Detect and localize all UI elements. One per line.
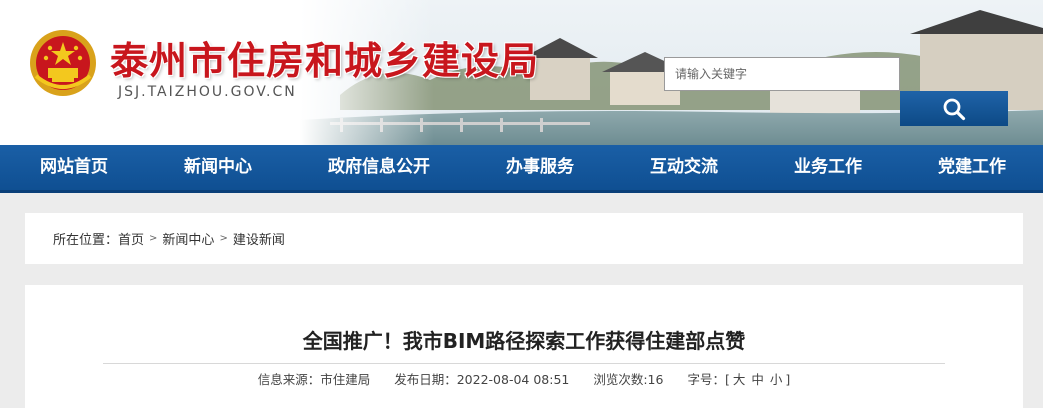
article-panel: 全国推广！我市BIM路径探索工作获得住建部点赞 信息来源：市住建局 发布日期：2…	[25, 285, 1023, 408]
nav-party-building[interactable]: 党建工作	[926, 145, 1018, 190]
search-button[interactable]	[900, 91, 1008, 126]
font-size-medium[interactable]: 中	[751, 372, 764, 387]
nav-business[interactable]: 业务工作	[782, 145, 874, 190]
nav-interaction[interactable]: 互动交流	[638, 145, 730, 190]
nav-services[interactable]: 办事服务	[494, 145, 586, 190]
nav-home[interactable]: 网站首页	[28, 145, 120, 190]
national-emblem-icon	[30, 30, 96, 96]
search-field[interactable]	[664, 57, 900, 91]
breadcrumb-construction-news-link[interactable]: 建设新闻	[233, 229, 285, 248]
article-date: 发布日期：2022-08-04 08:51	[394, 372, 570, 387]
site-title: 泰州市住房和城乡建设局	[110, 39, 540, 83]
font-size-label: 字号：[	[687, 372, 730, 387]
breadcrumb-separator: >	[219, 233, 228, 244]
font-size-control: 字号：[大中小]	[687, 372, 790, 387]
breadcrumb-separator: >	[149, 233, 158, 244]
breadcrumb-prefix: 所在位置：	[53, 233, 119, 248]
site-header: 泰州市住房和城乡建设局 JSJ.TAIZHOU.GOV.CN	[0, 0, 1043, 145]
article-title: 全国推广！我市BIM路径探索工作获得住建部点赞	[302, 329, 746, 353]
search-input[interactable]	[665, 58, 899, 90]
article-views: 浏览次数:16	[593, 372, 664, 387]
main-nav: 网站首页 新闻中心 政府信息公开 办事服务 互动交流 业务工作 党建工作	[0, 145, 1043, 193]
breadcrumb: 所在位置： 首页 > 新闻中心 > 建设新闻	[25, 213, 1023, 264]
breadcrumb-news-center-link[interactable]: 新闻中心	[162, 229, 214, 248]
nav-news-center[interactable]: 新闻中心	[172, 145, 264, 190]
search-icon	[943, 98, 966, 120]
font-size-close: ]	[785, 372, 791, 387]
nav-gov-info[interactable]: 政府信息公开	[316, 145, 442, 190]
title-divider	[103, 363, 945, 364]
article-source: 信息来源：市住建局	[257, 372, 371, 387]
font-size-large[interactable]: 大	[733, 372, 746, 387]
article-meta: 信息来源：市住建局 发布日期：2022-08-04 08:51 浏览次数:16 …	[25, 369, 1023, 388]
site-domain: JSJ.TAIZHOU.GOV.CN	[118, 84, 297, 100]
font-size-small[interactable]: 小	[770, 372, 783, 387]
breadcrumb-home-link[interactable]: 首页	[118, 229, 144, 248]
